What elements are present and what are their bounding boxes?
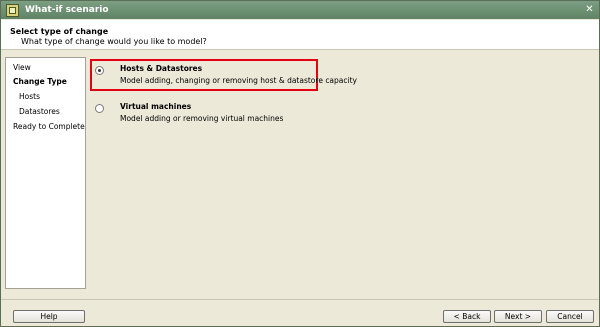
- page-subtitle: What type of change would you like to mo…: [21, 37, 207, 46]
- footer-divider: [1, 299, 599, 300]
- radio-hosts-datastores[interactable]: [95, 66, 104, 75]
- next-button[interactable]: Next >: [494, 310, 542, 323]
- nav-step-view[interactable]: View: [13, 63, 31, 72]
- nav-step-datastores[interactable]: Datastores: [19, 107, 60, 116]
- wizard-content: Hosts & Datastores Model adding, changin…: [89, 57, 599, 289]
- help-button[interactable]: Help: [13, 310, 85, 323]
- option-description: Model adding or removing virtual machine…: [120, 114, 284, 123]
- nav-step-change-type[interactable]: Change Type: [13, 77, 67, 86]
- option-title: Virtual machines: [120, 102, 192, 111]
- radio-virtual-machines[interactable]: [95, 104, 104, 113]
- close-icon[interactable]: ✕: [584, 4, 595, 15]
- wizard-steps-nav: View Change Type Hosts Datastores Ready …: [5, 57, 86, 289]
- nav-step-ready-to-complete[interactable]: Ready to Complete: [13, 122, 85, 131]
- wizard-window: What-if scenario ✕ Select type of change…: [0, 0, 600, 327]
- app-icon: [6, 3, 19, 17]
- page-title: Select type of change: [10, 27, 109, 36]
- window-title: What-if scenario: [25, 5, 109, 15]
- cancel-button[interactable]: Cancel: [546, 310, 594, 323]
- nav-step-hosts[interactable]: Hosts: [19, 92, 40, 101]
- option-description: Model adding, changing or removing host …: [120, 76, 357, 85]
- option-title: Hosts & Datastores: [120, 64, 203, 73]
- wizard-header: Select type of change What type of chang…: [1, 20, 599, 50]
- back-button[interactable]: < Back: [443, 310, 491, 323]
- title-bar: What-if scenario ✕: [1, 1, 599, 19]
